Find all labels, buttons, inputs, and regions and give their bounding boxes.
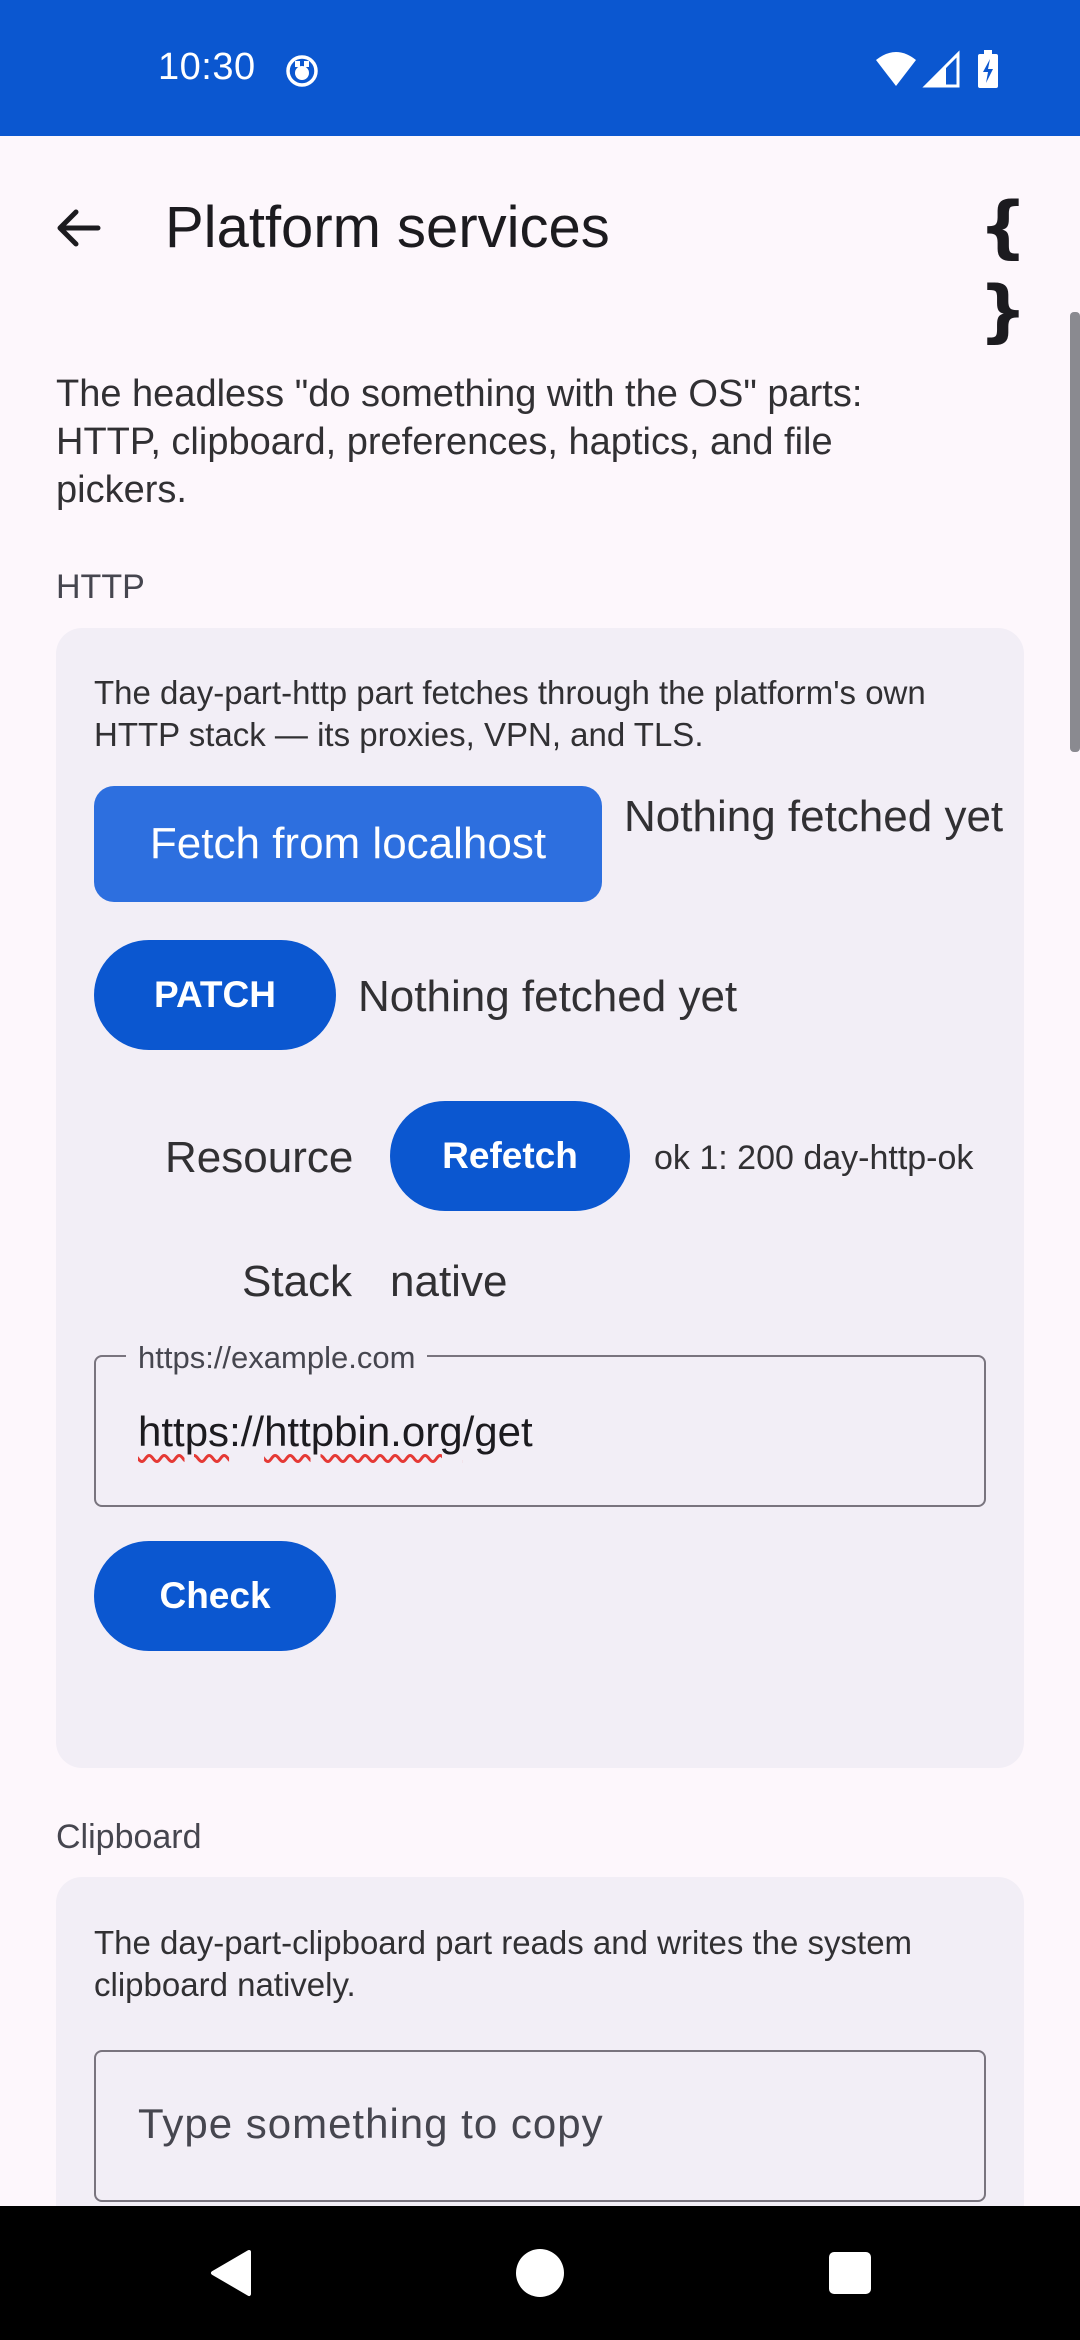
copy-text-placeholder: Type something to copy — [138, 2100, 604, 2147]
url-part-scheme: https — [138, 1408, 230, 1455]
section-label-http: HTTP — [56, 568, 145, 606]
back-button[interactable] — [40, 190, 116, 266]
status-bar: 10:30 — [0, 0, 1080, 136]
arrow-back-icon — [57, 209, 101, 247]
battery-charging-icon — [978, 50, 998, 88]
url-part-host: httpbin.org — [264, 1408, 463, 1455]
url-part-path: /get — [462, 1408, 533, 1455]
fetch-status: Nothing fetched yet — [624, 792, 1004, 841]
resource-label: Resource — [165, 1133, 354, 1182]
intro-text: The headless "do something with the OS" … — [56, 373, 863, 511]
url-field-label: https://example.com — [126, 1340, 428, 1376]
nav-back-icon[interactable] — [190, 2206, 270, 2340]
clipboard-description: The day-part-clipboard part reads and wr… — [94, 1924, 913, 2003]
cellular-icon — [922, 50, 960, 88]
scrollbar[interactable] — [1070, 312, 1080, 752]
status-time: 10:30 — [158, 46, 256, 88]
wifi-icon — [876, 52, 916, 86]
url-part-separator: :// — [229, 1408, 265, 1455]
check-button[interactable]: Check — [94, 1541, 336, 1651]
refetch-status: ok 1: 200 day-http-ok — [654, 1139, 974, 1177]
nav-home-icon[interactable] — [500, 2206, 580, 2340]
url-field-value[interactable]: https://httpbin.org/get — [138, 1404, 533, 1460]
http-description: The day-part-http part fetches through t… — [94, 674, 926, 753]
section-label-clipboard: Clipboard — [56, 1818, 202, 1856]
stack-value: native — [390, 1257, 508, 1306]
braces-icon[interactable]: { } — [958, 186, 1048, 351]
notification-icon — [285, 54, 319, 88]
stack-label: Stack — [242, 1257, 353, 1306]
fetch-localhost-button[interactable]: Fetch from localhost — [94, 786, 602, 902]
page-title: Platform services — [165, 195, 610, 260]
refetch-button[interactable]: Refetch — [390, 1101, 630, 1211]
system-nav-bar — [0, 2206, 1080, 2340]
nav-recents-icon[interactable] — [810, 2206, 890, 2340]
patch-status: Nothing fetched yet — [358, 972, 738, 1021]
patch-button[interactable]: PATCH — [94, 940, 336, 1050]
